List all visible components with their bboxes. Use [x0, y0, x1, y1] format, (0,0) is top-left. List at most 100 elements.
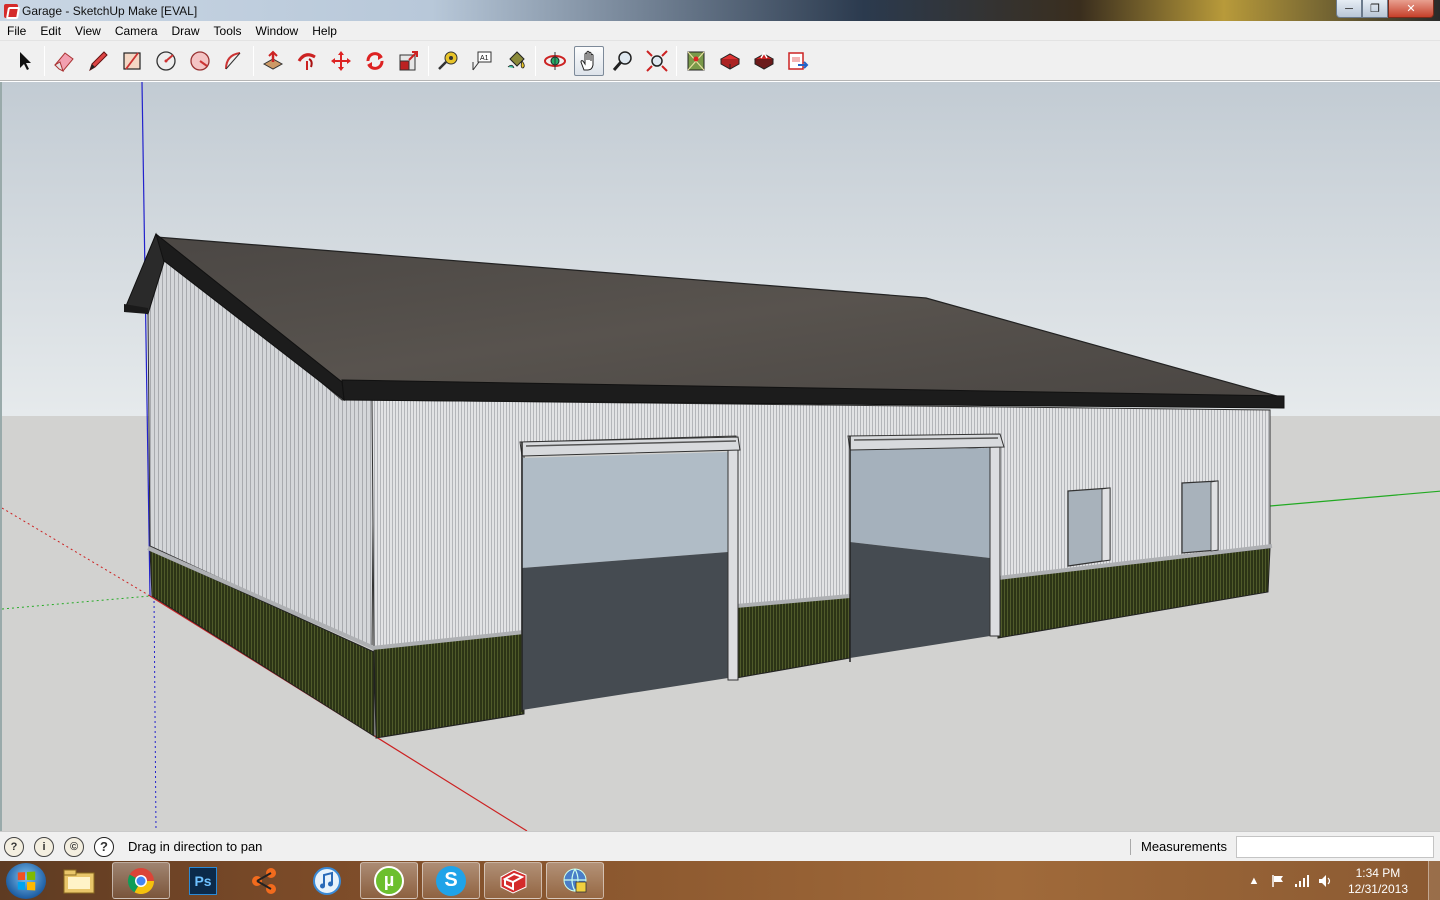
add-location-button[interactable] — [681, 46, 711, 76]
photoshop-icon: Ps — [189, 866, 217, 895]
minimize-button[interactable]: ─ — [1336, 0, 1362, 18]
copyright-icon[interactable]: © — [64, 836, 84, 857]
text-tool-button[interactable]: A1 — [467, 46, 497, 76]
itunes-icon — [313, 866, 341, 895]
taskbar-sketchup[interactable] — [484, 862, 542, 899]
model-viewport[interactable] — [0, 82, 1440, 831]
polygon-tool-button[interactable] — [185, 46, 215, 76]
3d-warehouse-share-model-icon — [753, 51, 775, 70]
network-signal-icon[interactable] — [1294, 873, 1310, 889]
menu-draw[interactable]: Draw — [165, 24, 207, 38]
window-title: Garage - SketchUp Make [EVAL] — [22, 3, 198, 18]
start-button[interactable] — [6, 862, 46, 899]
menu-view[interactable]: View — [68, 24, 108, 38]
taskbar-photoshop[interactable]: Ps — [174, 862, 232, 899]
windows-explorer-icon — [63, 869, 95, 893]
arc-tool-button[interactable] — [219, 46, 249, 76]
scale-tool-button[interactable] — [394, 46, 424, 76]
title-bar: Garage - SketchUp Make [EVAL] ─ ❐ ✕ — [0, 0, 1440, 21]
door-2-header — [847, 433, 1005, 451]
toolbar-separator — [676, 45, 677, 76]
zoom-extents-tool-button[interactable] — [642, 46, 672, 76]
rotate-tool-icon — [366, 51, 384, 70]
3d-warehouse-get-models-icon — [719, 52, 741, 70]
circle-tool-button[interactable] — [151, 46, 181, 76]
paint-bucket-tool-button[interactable] — [501, 46, 531, 76]
tape-measure-tool-button[interactable] — [433, 46, 463, 76]
menu-camera[interactable]: Camera — [108, 24, 165, 38]
credits-icon[interactable]: i — [34, 836, 54, 857]
rectangle-tool-icon — [123, 51, 141, 70]
menu-tools[interactable]: Tools — [207, 24, 249, 38]
system-tray: ▲ 1:34 PM 12/31/2013 — [1246, 861, 1440, 900]
move-tool-icon — [331, 50, 351, 71]
window-1-frame — [1101, 487, 1111, 562]
taskbar-network-settings[interactable] — [546, 862, 604, 899]
polygon-tool-icon — [190, 50, 210, 71]
push-pull-tool-icon — [262, 50, 284, 70]
clock-time: 1:34 PM — [1355, 865, 1401, 880]
toolbar-separator — [428, 45, 429, 76]
get-models-button[interactable] — [715, 46, 745, 76]
select-tool-button[interactable] — [10, 46, 40, 76]
move-tool-button[interactable] — [326, 46, 356, 76]
garage-model-scene — [2, 82, 1440, 831]
push-pull-tool-button[interactable] — [258, 46, 288, 76]
show-desktop-button[interactable] — [1428, 861, 1440, 900]
network-settings-icon — [563, 868, 587, 892]
taskbar-skype[interactable]: S — [422, 862, 480, 899]
add-location-icon — [687, 51, 705, 70]
windows-taskbar: Ps µ S ▲ 1:34 PM 12/31/2013 — [0, 861, 1440, 900]
geo-location-icon[interactable]: ? — [4, 836, 24, 857]
follow-me-tool-button[interactable] — [292, 46, 322, 76]
taskbar-chrome[interactable] — [112, 862, 170, 899]
menu-edit[interactable]: Edit — [33, 24, 68, 38]
taskbar-network-app[interactable] — [236, 862, 294, 899]
paint-bucket-tool-icon — [507, 50, 525, 68]
door-1-interior-wall — [522, 452, 728, 568]
toolbar-separator — [44, 45, 45, 76]
sketchup-app-icon[interactable] — [4, 3, 18, 18]
measurements-label: Measurements — [1130, 839, 1227, 855]
door-1-jamb — [727, 447, 739, 681]
window-2-frame — [1210, 480, 1219, 552]
menu-help[interactable]: Help — [305, 24, 344, 38]
zoom-tool-icon — [612, 50, 632, 71]
pan-tool-button[interactable] — [574, 45, 604, 76]
help-icon[interactable]: ? — [94, 836, 114, 857]
share-model-button[interactable] — [749, 46, 779, 76]
menu-bar: File Edit View Camera Draw Tools Window … — [0, 21, 1440, 41]
show-hidden-icons-arrow[interactable]: ▲ — [1246, 873, 1262, 889]
maximize-button[interactable]: ❐ — [1362, 0, 1388, 18]
volume-icon[interactable] — [1318, 873, 1334, 889]
door-2-interior-wall — [850, 448, 990, 558]
svg-text:A1: A1 — [480, 55, 489, 62]
eraser-tool-icon — [54, 51, 74, 72]
toolbar-separator — [253, 45, 254, 76]
select-tool-icon — [20, 51, 31, 70]
circle-tool-icon — [156, 50, 176, 71]
rotate-tool-button[interactable] — [360, 46, 390, 76]
taskbar-utorrent[interactable]: µ — [360, 862, 418, 899]
close-button[interactable]: ✕ — [1388, 0, 1434, 18]
tape-measure-tool-icon — [438, 51, 458, 70]
skype-icon: S — [436, 865, 466, 896]
network-app-icon — [252, 867, 276, 894]
windows-logo-icon — [17, 870, 36, 891]
rectangle-tool-button[interactable] — [117, 46, 147, 76]
chrome-icon — [127, 867, 155, 894]
menu-window[interactable]: Window — [249, 24, 306, 38]
taskbar-windows-explorer[interactable] — [50, 862, 108, 899]
pencil-line-tool-button[interactable] — [83, 46, 113, 76]
getting-started-toolbar: A1 — [0, 41, 1440, 81]
send-to-layout-button[interactable] — [783, 46, 813, 76]
zoom-tool-button[interactable] — [608, 46, 638, 76]
eraser-tool-button[interactable] — [49, 46, 79, 76]
send-to-layout-icon — [788, 51, 809, 70]
taskbar-itunes[interactable] — [298, 862, 356, 899]
orbit-tool-button[interactable] — [540, 46, 570, 76]
measurements-input[interactable] — [1236, 836, 1434, 858]
action-center-flag-icon[interactable] — [1270, 873, 1286, 889]
taskbar-clock[interactable]: 1:34 PM 12/31/2013 — [1348, 865, 1408, 897]
menu-file[interactable]: File — [0, 24, 33, 38]
